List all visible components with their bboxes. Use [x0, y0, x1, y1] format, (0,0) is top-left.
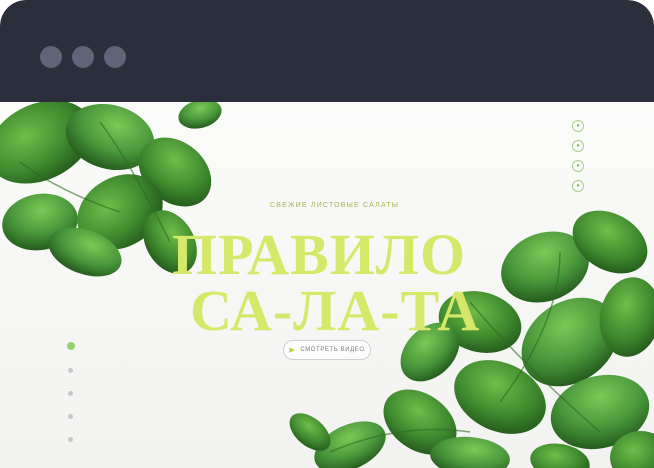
social-icon-2[interactable]: ●: [572, 140, 584, 152]
window-control-dot-3[interactable]: [104, 46, 126, 68]
slider-pagination: [67, 342, 75, 460]
slider-dot-4[interactable]: [68, 414, 73, 419]
slider-dot-2[interactable]: [68, 368, 73, 373]
slider-dot-3[interactable]: [68, 391, 73, 396]
social-icon-4[interactable]: ●: [572, 180, 584, 192]
social-links: ● ● ● ●: [572, 120, 584, 200]
window-control-dot-1[interactable]: [40, 46, 62, 68]
browser-window: СВЕЖИЕ ЛИСТОВЫЕ САЛАТЫ ПРАВИЛО СА-ЛА-ТА …: [0, 0, 654, 468]
hero-eyebrow: СВЕЖИЕ ЛИСТОВЫЕ САЛАТЫ: [270, 202, 400, 209]
play-icon: ▶: [289, 347, 296, 354]
watch-video-label: СМОТРЕТЬ ВИДЕО: [300, 347, 365, 353]
page-viewport: СВЕЖИЕ ЛИСТОВЫЕ САЛАТЫ ПРАВИЛО СА-ЛА-ТА …: [0, 102, 654, 468]
slider-dot-5[interactable]: [68, 437, 73, 442]
hero-title-line-2: СА-ЛА-ТА: [190, 278, 481, 343]
social-icon-1[interactable]: ●: [572, 120, 584, 132]
window-titlebar: [0, 0, 654, 102]
hero-section: СВЕЖИЕ ЛИСТОВЫЕ САЛАТЫ ПРАВИЛО СА-ЛА-ТА …: [0, 102, 654, 468]
hero-title-line-1: ПРАВИЛО: [172, 222, 467, 287]
slider-dot-1[interactable]: [67, 342, 75, 350]
window-control-dot-2[interactable]: [72, 46, 94, 68]
social-icon-3[interactable]: ●: [572, 160, 584, 172]
watch-video-button[interactable]: ▶ СМОТРЕТЬ ВИДЕО: [283, 340, 371, 360]
